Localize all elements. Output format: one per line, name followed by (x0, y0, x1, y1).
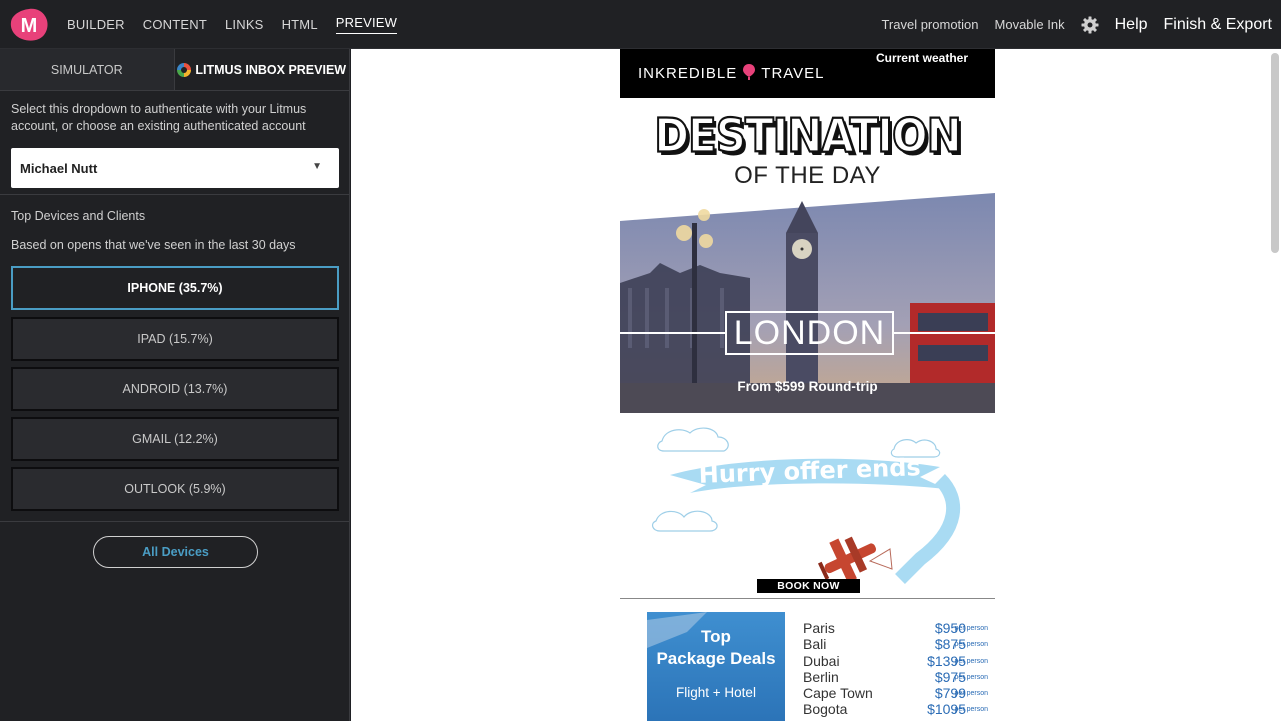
email-render: INKREDIBLE TRAVEL Current weather DESTIN… (620, 49, 995, 721)
list-item[interactable]: Cape Town $799 per person (803, 685, 988, 701)
right-nav: Travel promotion Movable Ink Help Finish… (865, 0, 1272, 49)
nav-links[interactable]: LINKS (225, 0, 264, 49)
deals-list: Paris $950 per person Bali $875 per pers… (803, 620, 988, 718)
device-outlook[interactable]: OUTLOOK (5.9%) (11, 467, 339, 511)
company-name[interactable]: Movable Ink (995, 17, 1065, 32)
device-gmail[interactable]: GMAIL (12.2%) (11, 417, 339, 461)
litmus-help-text: Select this dropdown to authenticate wit… (11, 102, 307, 133)
price-label: From $599 Round-trip (737, 379, 878, 394)
list-item[interactable]: Paris $950 per person (803, 620, 988, 636)
preview-scrollbar[interactable] (1271, 53, 1279, 253)
city-line-right (894, 332, 995, 334)
email-header: INKREDIBLE TRAVEL Current weather (620, 49, 995, 98)
weather-label: Current weather (875, 51, 968, 65)
tab-litmus-inbox-preview[interactable]: LITMUS INBOX PREVIEW (174, 49, 349, 90)
sidebar-tabs: SIMULATOR LITMUS INBOX PREVIEW (0, 49, 349, 91)
deals-title: Top Package Deals (656, 627, 776, 668)
device-android[interactable]: ANDROID (13.7%) (11, 367, 339, 411)
hurry-offer-banner: Hurry offer ends (651, 427, 960, 584)
sidebar: SIMULATOR LITMUS INBOX PREVIEW Select th… (0, 49, 350, 721)
city-name: LONDON (725, 311, 894, 355)
nav-preview[interactable]: PREVIEW (335, 0, 398, 49)
finish-export-button[interactable]: Finish & Export (1164, 16, 1272, 34)
top-bar: M BUILDER CONTENT LINKS HTML PREVIEW Tra… (0, 0, 1281, 49)
selected-account: Michael Nutt (20, 160, 98, 176)
divider (0, 521, 350, 522)
divider (0, 194, 350, 195)
tab-simulator[interactable]: SIMULATOR (0, 49, 175, 90)
nav-html[interactable]: HTML (282, 0, 318, 49)
logo-letter: M (21, 15, 38, 37)
all-devices-button[interactable]: All Devices (93, 536, 258, 568)
destination-subtitle: OF THE DAY (734, 162, 881, 189)
list-item[interactable]: Berlin $975 per person (803, 669, 988, 685)
litmus-account-select[interactable]: Michael Nutt ▼ (11, 148, 339, 188)
list-item[interactable]: Bali $875 per person (803, 636, 988, 652)
list-item[interactable]: Bogota $1095 per person (803, 701, 988, 717)
dropdown-caret-icon: ▼ (312, 161, 322, 172)
nav-builder[interactable]: BUILDER (67, 0, 125, 49)
email-preview-pane[interactable]: INKREDIBLE TRAVEL Current weather DESTIN… (351, 49, 1281, 721)
nav-content[interactable]: CONTENT (143, 0, 207, 49)
device-iphone[interactable]: IPHONE (35.7%) (11, 266, 339, 310)
litmus-icon (177, 62, 192, 77)
campaign-name[interactable]: Travel promotion (881, 17, 978, 32)
list-item[interactable]: Dubai $1395 per person (803, 653, 988, 669)
based-on-label: Based on opens that we've seen in the la… (11, 238, 296, 252)
book-now-button[interactable]: BOOK NOW (757, 579, 860, 593)
destination-title: DESTINATION (653, 107, 963, 163)
section-divider (620, 598, 995, 599)
top-devices-label: Top Devices and Clients (11, 209, 146, 223)
gear-icon[interactable] (1081, 16, 1099, 34)
device-ipad[interactable]: IPAD (15.7%) (11, 317, 339, 361)
city-line-left (620, 332, 725, 334)
brand-logo: INKREDIBLE TRAVEL (638, 64, 825, 82)
help-link[interactable]: Help (1115, 16, 1148, 34)
movable-ink-logo-icon[interactable]: M (9, 8, 49, 42)
deals-subtitle: Flight + Hotel (676, 685, 756, 700)
balloon-icon (743, 64, 756, 80)
main-nav: BUILDER CONTENT LINKS HTML PREVIEW (67, 0, 415, 49)
package-deals-promo: Top Package Deals Flight + Hotel (647, 612, 785, 721)
